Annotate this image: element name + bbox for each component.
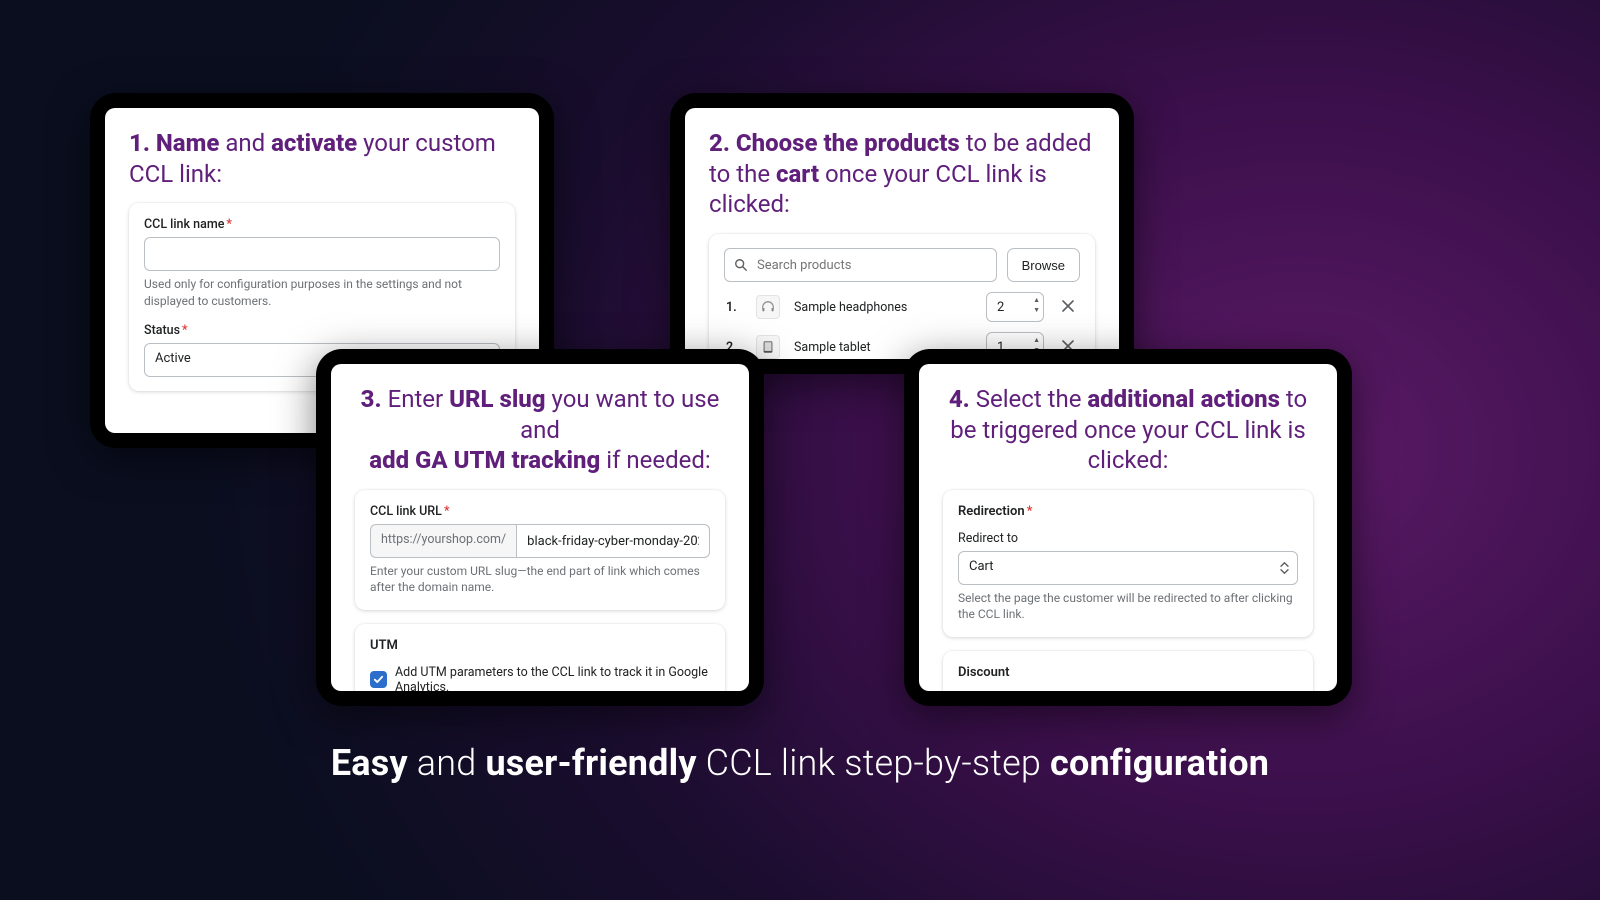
step-3-screen: 3. Enter URL slug you want to use and ad… — [331, 364, 749, 691]
chevron-down-icon[interactable]: ▼ — [1033, 305, 1040, 315]
status-label: Status* — [144, 323, 500, 338]
redirection-title: Redirection* — [958, 504, 1298, 519]
step-3-heading: 3. Enter URL slug you want to use and ad… — [355, 384, 725, 476]
tablet-icon — [756, 335, 780, 359]
redirect-select[interactable]: Cart — [958, 551, 1298, 585]
step-2-heading: 2. Choose the products to be added to th… — [709, 128, 1095, 220]
step-2-number: 2. — [709, 129, 730, 157]
url-prefix: https://yourshop.com/ — [370, 524, 516, 558]
required-asterisk: * — [182, 323, 188, 338]
utm-card: UTM Add UTM parameters to the CCL link t… — [355, 624, 725, 691]
step-1-heading: 1. Name and activate your custom CCL lin… — [129, 128, 515, 189]
step-4-tablet: 4. Select the additional actions to be t… — [904, 349, 1352, 706]
step-2-tablet: 2. Choose the products to be added to th… — [670, 93, 1134, 374]
redirect-value: Cart — [958, 551, 1298, 585]
url-slug-input[interactable] — [516, 524, 710, 558]
step-4-heading: 4. Select the additional actions to be t… — [943, 384, 1313, 476]
product-row: 1. Sample headphones ▲▼ — [724, 282, 1080, 322]
product-index: 1. — [726, 300, 742, 315]
url-card: CCL link URL* https://yourshop.com/ Ente… — [355, 490, 725, 609]
chevron-up-icon[interactable]: ▲ — [1033, 335, 1040, 345]
required-asterisk: * — [444, 504, 450, 519]
url-helper: Enter your custom URL slug—the end part … — [370, 563, 710, 595]
discount-title: Discount — [958, 665, 1298, 680]
link-name-label: CCL link name* — [144, 217, 500, 232]
step-2-screen: 2. Choose the products to be added to th… — [685, 108, 1119, 359]
step-1-number: 1. — [129, 129, 150, 157]
browse-button[interactable]: Browse — [1007, 248, 1080, 282]
tagline: Easy and user-friendly CCL link step-by-… — [0, 742, 1600, 784]
required-asterisk: * — [226, 217, 232, 232]
utm-check-label: Add UTM parameters to the CCL link to tr… — [395, 665, 710, 691]
product-name: Sample headphones — [794, 300, 972, 315]
remove-product-button[interactable] — [1058, 298, 1078, 316]
required-asterisk: * — [1027, 504, 1033, 519]
utm-title: UTM — [370, 638, 710, 653]
product-search-wrap — [724, 248, 997, 282]
step-2-card: Browse 1. Sample headphones ▲▼ 2. Sample… — [709, 234, 1095, 359]
redirect-label: Redirect to — [958, 531, 1298, 546]
product-search-input[interactable] — [724, 248, 997, 282]
headphones-icon — [756, 295, 780, 319]
search-icon — [734, 258, 748, 272]
url-label: CCL link URL* — [370, 504, 710, 519]
redirection-card: Redirection* Redirect to Cart Select the… — [943, 490, 1313, 636]
chevron-up-icon[interactable]: ▲ — [1033, 295, 1040, 305]
link-name-input[interactable] — [144, 237, 500, 271]
redirect-helper: Select the page the customer will be red… — [958, 590, 1298, 622]
step-3-number: 3. — [361, 385, 382, 413]
quantity-stepper[interactable]: ▲▼ — [986, 292, 1044, 322]
step-3-tablet: 3. Enter URL slug you want to use and ad… — [316, 349, 764, 706]
discount-card: Discount Apply a discount code BF-CM-202… — [943, 651, 1313, 691]
link-name-helper: Used only for configuration purposes in … — [144, 276, 500, 308]
utm-checkbox[interactable] — [370, 671, 387, 688]
step-4-number: 4. — [949, 385, 970, 413]
step-4-screen: 4. Select the additional actions to be t… — [919, 364, 1337, 691]
